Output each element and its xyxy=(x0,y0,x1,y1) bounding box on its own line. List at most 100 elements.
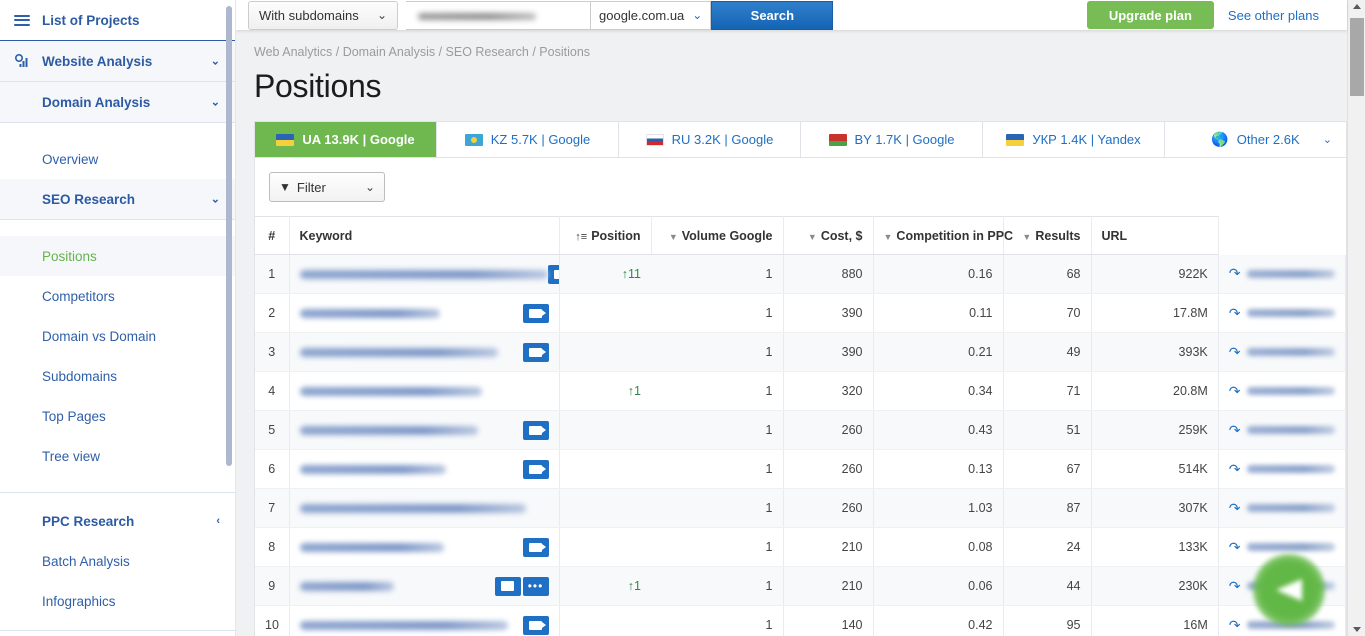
cell-keyword[interactable] xyxy=(289,527,560,567)
col-header-competition[interactable]: ▼ Competition in PPC xyxy=(873,216,1013,255)
chevron-down-icon[interactable]: ⌄ xyxy=(1323,133,1332,146)
external-link-icon[interactable]: ↷ xyxy=(1229,305,1241,322)
sidebar-item-positions[interactable]: Positions xyxy=(0,236,236,276)
col-header-url[interactable]: URL xyxy=(1091,216,1219,255)
chevron-down-icon[interactable]: ⌄ xyxy=(211,193,220,206)
table-row[interactable]: 8 1 210 0.08 24 133K ↷ xyxy=(255,527,1347,567)
cell-keyword[interactable]: ••• xyxy=(289,566,560,606)
scrollbar-thumb[interactable] xyxy=(1350,18,1364,96)
sidebar-item-batch-analysis[interactable]: Batch Analysis xyxy=(0,541,236,581)
cell-url[interactable]: ↷ xyxy=(1218,449,1347,489)
video-icon[interactable] xyxy=(522,342,549,362)
tab-by-google[interactable]: BY 1.7K | Google xyxy=(801,122,983,157)
sidebar-item-list-of-projects[interactable]: List of Projects xyxy=(0,0,236,40)
cell-keyword[interactable] xyxy=(289,371,560,411)
redacted-keyword-text xyxy=(299,347,498,357)
col-header-num[interactable]: # xyxy=(255,216,290,255)
external-link-icon[interactable]: ↷ xyxy=(1229,461,1241,478)
see-other-plans-link[interactable]: See other plans xyxy=(1228,8,1319,23)
subdomain-select[interactable]: With subdomains ⌄ xyxy=(248,0,398,30)
cell-keyword[interactable] xyxy=(289,605,560,636)
sidebar-item-subdomains[interactable]: Subdomains xyxy=(0,356,236,396)
sidebar-hide-menu[interactable]: ‹ Hide menu xyxy=(0,631,236,636)
sidebar-scrollbar[interactable] xyxy=(226,6,232,466)
sidebar-section-domain-analysis[interactable]: Domain Analysis ⌄ xyxy=(0,82,236,122)
table-row[interactable]: 7 1 260 1.03 87 307K ↷ xyxy=(255,488,1347,528)
col-header-position[interactable]: ↑≡ Position xyxy=(559,216,652,255)
breadcrumb[interactable]: Web Analytics / Domain Analysis / SEO Re… xyxy=(254,30,1329,59)
sidebar-item-top-pages[interactable]: Top Pages xyxy=(0,396,236,436)
scroll-up-arrow-icon[interactable] xyxy=(1353,4,1361,9)
external-link-icon[interactable]: ↷ xyxy=(1229,500,1241,517)
search-input[interactable] xyxy=(406,0,591,30)
col-header-results[interactable]: ▼ Results xyxy=(1003,216,1092,255)
external-link-icon[interactable]: ↷ xyxy=(1229,617,1241,634)
tab-ukr-yandex[interactable]: УКР 1.4K | Yandex xyxy=(983,122,1165,157)
col-header-volume[interactable]: ▼ Volume Google xyxy=(651,216,784,255)
cell-url[interactable]: ↷ xyxy=(1218,371,1347,411)
more-options-icon[interactable]: ••• xyxy=(522,576,549,596)
hamburger-icon[interactable] xyxy=(14,12,42,28)
table-row[interactable]: 6 1 260 0.13 67 514K ↷ xyxy=(255,449,1347,489)
tab-other[interactable]: 🌎 Other 2.6K ⌄ xyxy=(1165,122,1346,157)
table-row[interactable]: 4 ↑1 1 320 0.34 71 20.8M ↷ xyxy=(255,371,1347,411)
cell-url[interactable]: ↷ xyxy=(1218,293,1347,333)
external-link-icon[interactable]: ↷ xyxy=(1229,344,1241,361)
tab-ua-google[interactable]: UA 13.9K | Google xyxy=(255,122,437,157)
chevron-down-icon[interactable]: ⌄ xyxy=(211,96,220,109)
chevron-down-icon[interactable]: ⌄ xyxy=(211,55,220,68)
col-header-cost[interactable]: ▼ Cost, $ xyxy=(783,216,874,255)
browser-scrollbar[interactable] xyxy=(1347,0,1365,636)
video-icon[interactable] xyxy=(547,264,558,284)
sidebar-item-seo-research[interactable]: SEO Research ⌄ xyxy=(0,179,236,219)
cell-url[interactable]: ↷ xyxy=(1218,410,1347,450)
cell-url[interactable]: ↷ xyxy=(1218,254,1347,294)
table-row[interactable]: 1 ↑11 1 880 0.16 68 922K ↷ xyxy=(255,254,1347,294)
col-header-keyword[interactable]: Keyword xyxy=(289,216,560,255)
table-row[interactable]: 9 ••• ↑1 1 210 0.06 44 230K ↷ xyxy=(255,566,1347,606)
cell-keyword[interactable] xyxy=(289,254,560,294)
table-body: 1 ↑11 1 880 0.16 68 922K ↷ 2 1 390 0.11 70 17.8M ↷ 3 1 39… xyxy=(255,254,1347,636)
table-row[interactable]: 2 1 390 0.11 70 17.8M ↷ xyxy=(255,293,1347,333)
external-link-icon[interactable]: ↷ xyxy=(1229,383,1241,400)
cell-keyword[interactable] xyxy=(289,488,560,528)
cell-keyword[interactable] xyxy=(289,449,560,489)
tab-ru-google[interactable]: RU 3.2K | Google xyxy=(619,122,801,157)
cell-keyword[interactable] xyxy=(289,332,560,372)
tab-kz-google[interactable]: KZ 5.7K | Google xyxy=(437,122,619,157)
external-link-icon[interactable]: ↷ xyxy=(1229,539,1241,556)
upgrade-plan-button[interactable]: Upgrade plan xyxy=(1086,1,1214,29)
video-icon[interactable] xyxy=(522,303,549,323)
table-row[interactable]: 10 1 140 0.42 95 16M ↷ xyxy=(255,605,1347,636)
sidebar-item-domain-vs-domain[interactable]: Domain vs Domain xyxy=(0,316,236,356)
sidebar-item-overview[interactable]: Overview xyxy=(0,139,236,179)
external-link-icon[interactable]: ↷ xyxy=(1229,578,1241,595)
cell-keyword[interactable] xyxy=(289,293,560,333)
video-icon[interactable] xyxy=(522,459,549,479)
cell-url[interactable]: ↷ xyxy=(1218,332,1347,372)
table-row[interactable]: 5 1 260 0.43 51 259K ↷ xyxy=(255,410,1347,450)
sidebar-item-tree-view[interactable]: Tree view xyxy=(0,436,236,476)
external-link-icon[interactable]: ↷ xyxy=(1229,265,1241,282)
sidebar-item-competitors[interactable]: Competitors xyxy=(0,276,236,316)
filter-button[interactable]: ▼︎ Filter ⌄ xyxy=(269,172,385,202)
support-chat-widget[interactable] xyxy=(1253,554,1325,626)
search-engine-select[interactable]: google.com.ua ⌄ xyxy=(591,0,712,30)
video-icon[interactable] xyxy=(522,420,549,440)
table-row[interactable]: 3 1 390 0.21 49 393K ↷ xyxy=(255,332,1347,372)
sidebar-item-ppc-research[interactable]: PPC Research ‹ xyxy=(0,501,236,541)
video-icon[interactable] xyxy=(522,537,549,557)
cell-competition: 44 xyxy=(1003,566,1092,606)
image-icon[interactable] xyxy=(494,576,521,596)
chevron-left-icon[interactable]: ‹ xyxy=(216,515,220,527)
cell-url[interactable]: ↷ xyxy=(1218,488,1347,528)
video-icon[interactable] xyxy=(522,615,549,635)
sidebar-item-label: Infographics xyxy=(42,593,116,609)
scroll-down-arrow-icon[interactable] xyxy=(1353,627,1361,632)
sidebar-item-infographics[interactable]: Infographics xyxy=(0,581,236,621)
sidebar-section-website-analysis[interactable]: Website Analysis ⌄ xyxy=(0,41,236,81)
external-link-icon[interactable]: ↷ xyxy=(1229,422,1241,439)
search-button[interactable]: Search xyxy=(711,0,834,30)
cell-keyword[interactable] xyxy=(289,410,560,450)
